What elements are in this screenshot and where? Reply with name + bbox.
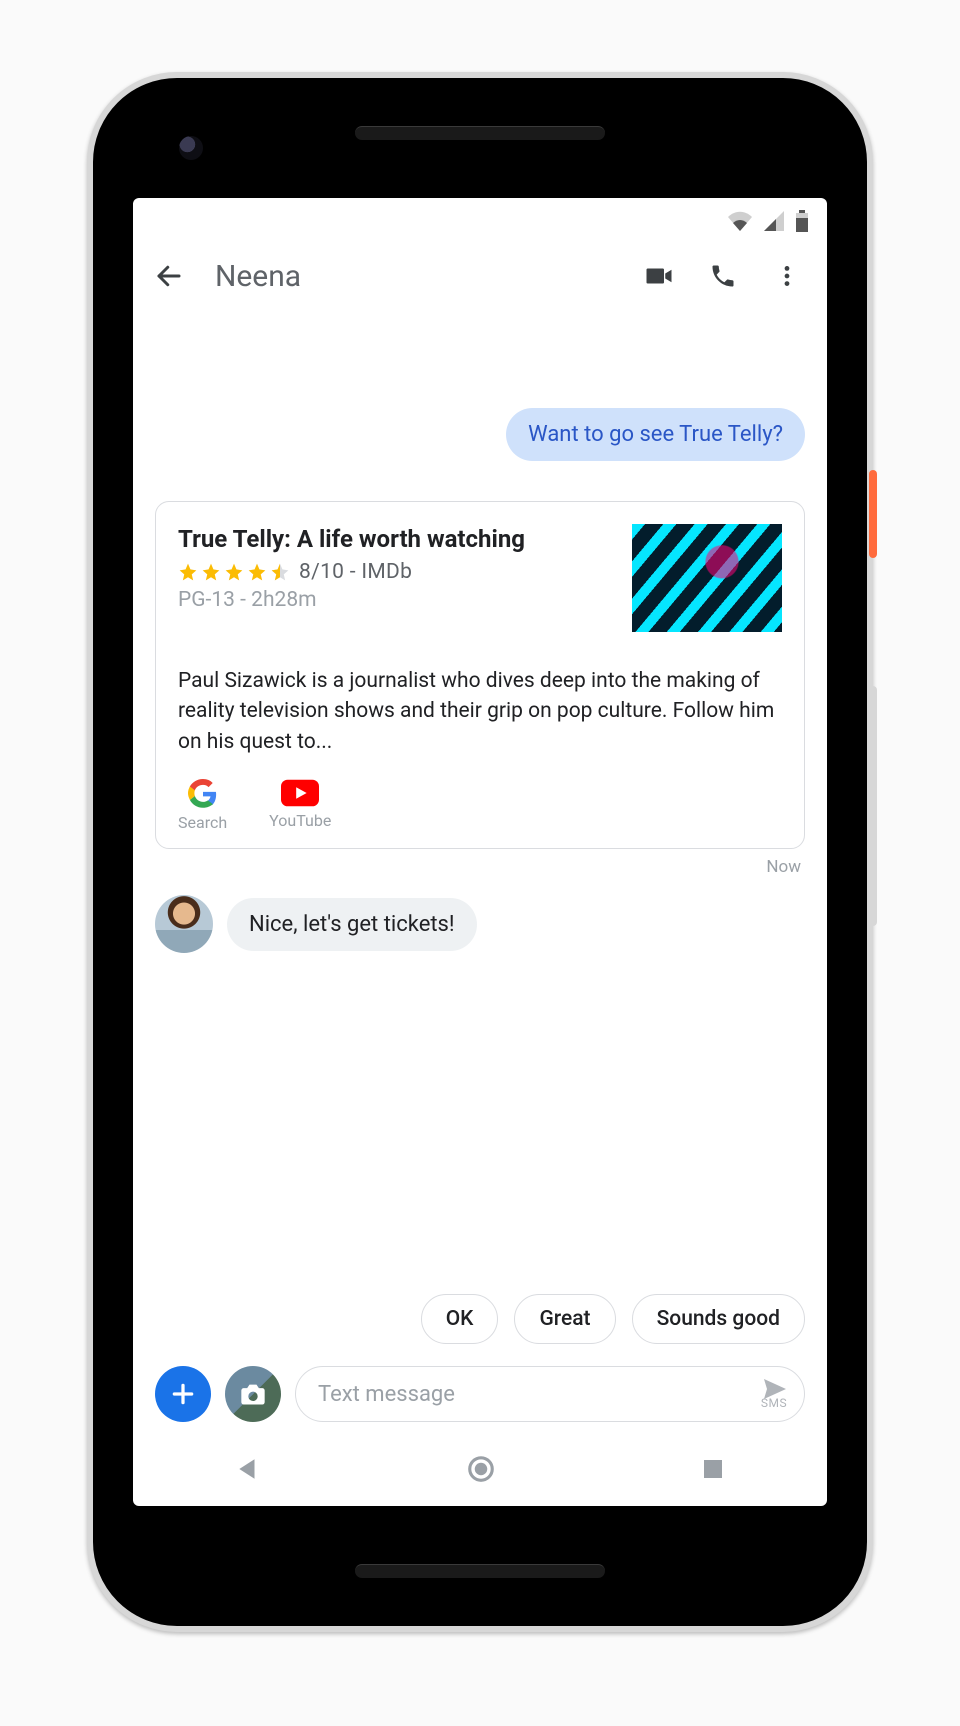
video-icon xyxy=(644,261,674,291)
avatar xyxy=(155,895,213,953)
card-thumbnail xyxy=(632,524,782,632)
nav-back-button[interactable] xyxy=(235,1456,261,1486)
cell-signal-icon xyxy=(763,211,785,231)
rating-text: 8/10 - IMDb xyxy=(299,560,412,584)
message-input[interactable]: Text message SMS xyxy=(295,1366,805,1422)
more-button[interactable] xyxy=(759,248,815,304)
screen: Neena Want to go see True Telly? xyxy=(133,198,827,1506)
google-logo-icon xyxy=(188,779,218,809)
send-sub-label: SMS xyxy=(761,1397,787,1409)
system-nav-bar xyxy=(133,1436,827,1506)
input-placeholder: Text message xyxy=(318,1382,760,1407)
smart-card[interactable]: True Telly: A life worth watching 8/10 -… xyxy=(155,501,805,849)
battery-icon xyxy=(795,210,809,232)
camera-button[interactable] xyxy=(225,1366,281,1422)
message-bubble: Nice, let's get tickets! xyxy=(227,898,477,951)
youtube-logo-icon xyxy=(281,779,319,807)
card-title: True Telly: A life worth watching xyxy=(178,524,612,554)
card-description: Paul Sizawick is a journalist who dives … xyxy=(178,666,782,757)
status-bar xyxy=(133,198,827,238)
more-vert-icon xyxy=(774,263,800,289)
message-bubble: Want to go see True Telly? xyxy=(506,408,805,461)
contact-name: Neena xyxy=(215,259,623,294)
app-header: Neena xyxy=(133,238,827,314)
chip-label: Search xyxy=(178,813,227,832)
star-icon xyxy=(178,562,198,582)
smart-reply-ok[interactable]: OK xyxy=(421,1294,499,1344)
triangle-back-icon xyxy=(235,1456,261,1482)
message-list[interactable]: Want to go see True Telly? True Telly: A… xyxy=(133,314,827,1282)
circle-home-icon xyxy=(466,1454,496,1484)
composer: Text message SMS xyxy=(133,1344,827,1436)
smart-reply-great[interactable]: Great xyxy=(514,1294,615,1344)
star-icon xyxy=(201,562,221,582)
chip-label: YouTube xyxy=(269,811,331,830)
square-recents-icon xyxy=(701,1457,725,1481)
card-action-youtube[interactable]: YouTube xyxy=(269,779,331,832)
volume-button xyxy=(869,686,877,926)
smart-reply-row: OK Great Sounds good xyxy=(133,1282,827,1344)
smart-reply-sounds-good[interactable]: Sounds good xyxy=(632,1294,805,1344)
outgoing-message[interactable]: Want to go see True Telly? xyxy=(155,408,805,461)
nav-home-button[interactable] xyxy=(466,1454,496,1488)
speaker-top xyxy=(355,126,605,140)
star-icon xyxy=(247,562,267,582)
incoming-message[interactable]: Nice, let's get tickets! xyxy=(155,895,805,953)
camera-icon xyxy=(239,1380,267,1408)
video-call-button[interactable] xyxy=(631,248,687,304)
nav-recents-button[interactable] xyxy=(701,1457,725,1485)
front-camera-icon xyxy=(179,136,203,160)
card-timestamp: Now xyxy=(155,857,801,877)
phone-icon xyxy=(709,262,737,290)
back-button[interactable] xyxy=(141,248,197,304)
speaker-bottom xyxy=(355,1564,605,1578)
phone-frame: Neena Want to go see True Telly? xyxy=(87,72,873,1632)
star-icon xyxy=(224,562,244,582)
arrow-left-icon xyxy=(154,261,184,291)
rating-stars: 8/10 - IMDb xyxy=(178,560,612,584)
power-button xyxy=(869,470,877,558)
voice-call-button[interactable] xyxy=(695,248,751,304)
card-action-search[interactable]: Search xyxy=(178,779,227,832)
star-half-icon xyxy=(270,562,290,582)
wifi-icon xyxy=(727,211,753,231)
attach-button[interactable] xyxy=(155,1366,211,1422)
send-button[interactable]: SMS xyxy=(760,1379,788,1409)
card-meta: PG-13 - 2h28m xyxy=(178,588,612,612)
plus-icon xyxy=(170,1381,196,1407)
